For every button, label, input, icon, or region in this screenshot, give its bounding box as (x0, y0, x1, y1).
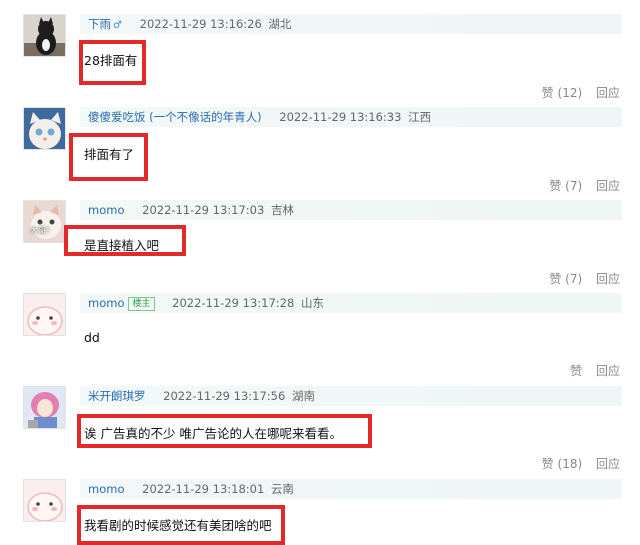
username-link[interactable]: momo (88, 296, 124, 310)
op-badge: 楼主 (128, 297, 155, 311)
comment-time: 2022-11-29 13:18:01 (142, 482, 265, 496)
cat-photo-icon (24, 15, 65, 56)
user-signature: (一个不像话的年青人) (149, 110, 262, 124)
comment-time: 2022-11-29 13:16:26 (139, 17, 262, 31)
like-button[interactable]: 赞 (18) (542, 457, 582, 471)
comment-text: dd (84, 330, 100, 345)
avatar-caption: 大哥！ (30, 226, 54, 235)
comment-time: 2022-11-29 13:17:03 (142, 203, 265, 217)
comment-location: 吉林 (270, 203, 294, 217)
like-button[interactable]: 赞 (7) (549, 272, 582, 286)
male-icon: ♂ (113, 20, 122, 31)
username-link[interactable]: 下雨 (88, 17, 111, 31)
pink-blob-avatar[interactable] (23, 293, 66, 336)
comment-actions: 赞 (7) 回应 (539, 270, 620, 287)
comment-actions: 赞 (12) 回应 (532, 84, 620, 101)
like-label: 赞 (549, 179, 562, 193)
comment-time: 2022-11-29 13:17:28 (172, 296, 295, 310)
comment-text: 是直接植入吧 (84, 238, 160, 253)
comment-time: 2022-11-29 13:17:56 (163, 389, 286, 403)
comment-meta: momo 2022-11-29 13:18:01 云南 (80, 479, 622, 499)
like-count: (7) (565, 272, 583, 286)
white-cat-icon (24, 108, 65, 149)
white-cat-avatar[interactable] (23, 107, 66, 150)
comment-meta: momo 2022-11-29 13:17:03 吉林 (80, 200, 622, 220)
reply-button[interactable]: 回应 (596, 457, 620, 471)
like-count: (18) (557, 457, 583, 471)
like-label: 赞 (549, 272, 562, 286)
reply-button[interactable]: 回应 (596, 179, 620, 193)
like-label: 赞 (541, 86, 554, 100)
comment-location: 湖北 (268, 17, 292, 31)
comment-text: 28排面有 (84, 53, 138, 68)
comment-meta: 傻傻爱吃饭 (一个不像话的年青人) 2022-11-29 13:16:33 江西 (80, 107, 622, 127)
username-text: 傻傻爱吃饭 (88, 110, 146, 124)
like-button[interactable]: 赞 (570, 364, 582, 378)
comment-location: 山东 (300, 296, 324, 310)
reply-button[interactable]: 回应 (596, 364, 620, 378)
anime-girl-icon (24, 387, 65, 428)
like-count: (12) (557, 86, 583, 100)
like-count: (7) (565, 179, 583, 193)
anime-girl-avatar[interactable] (23, 386, 66, 429)
pink-blob-icon (24, 480, 65, 521)
pink-blob-avatar[interactable] (23, 479, 66, 522)
comment-meta: momo 楼主 2022-11-29 13:17:28 山东 (80, 293, 622, 313)
comment-text: 我看剧的时候感觉还有美团啥的吧 (84, 518, 272, 533)
comment-location: 江西 (408, 110, 432, 124)
kitten-icon (24, 201, 65, 242)
comment-text: 排面有了 (84, 147, 135, 162)
username-link[interactable]: momo (88, 203, 124, 217)
comment-actions: 赞 回应 (560, 362, 620, 379)
comment-location: 湖南 (291, 389, 315, 403)
pink-blob-icon (24, 294, 65, 335)
like-button[interactable]: 赞 (7) (549, 179, 582, 193)
comment-meta: 米开朗琪罗 2022-11-29 13:17:56 湖南 (80, 386, 622, 406)
username-link[interactable]: 米开朗琪罗 (88, 389, 146, 403)
like-button[interactable]: 赞 (12) (542, 86, 582, 100)
reply-button[interactable]: 回应 (596, 86, 620, 100)
like-label: 赞 (541, 457, 554, 471)
comment-meta: 下雨 ♂ 2022-11-29 13:16:26 湖北 (80, 14, 622, 34)
username-link[interactable]: 傻傻爱吃饭 (一个不像话的年青人) (88, 110, 262, 124)
username-link[interactable]: momo (88, 482, 124, 496)
reply-button[interactable]: 回应 (596, 272, 620, 286)
kitten-avatar[interactable]: 大哥！ (23, 200, 66, 243)
comment-location: 云南 (270, 482, 294, 496)
comment-actions: 赞 (7) 回应 (539, 177, 620, 194)
cat-photo-avatar[interactable] (23, 14, 66, 57)
comment-time: 2022-11-29 13:16:33 (279, 110, 402, 124)
comment-actions: 赞 (18) 回应 (532, 455, 620, 472)
comment-text: 诶 广告真的不少 唯广告论的人在哪呢来看看。 (84, 426, 342, 441)
